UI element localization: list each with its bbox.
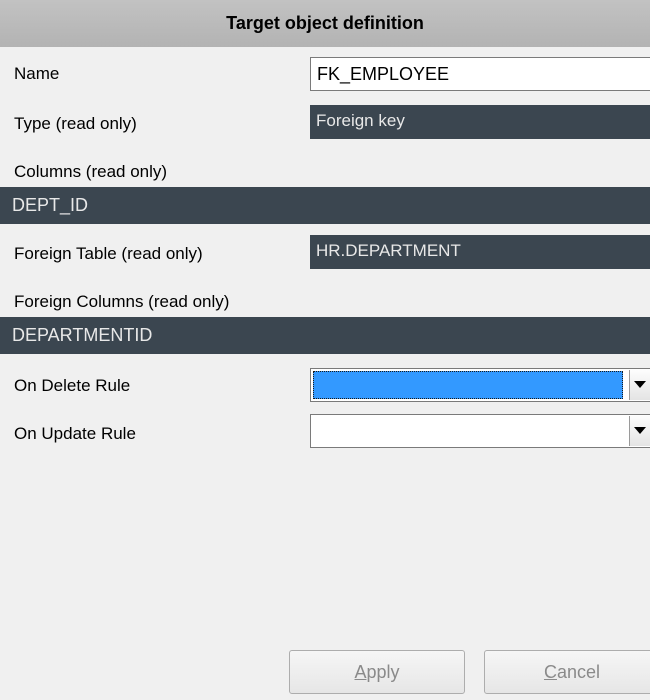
cancel-mnemonic: C bbox=[543, 662, 557, 682]
foreign-table-label: Foreign Table (read only) bbox=[14, 244, 203, 263]
on-delete-rule-select[interactable] bbox=[310, 368, 650, 402]
cancel-label: ancel bbox=[556, 662, 601, 682]
chevron-down-icon bbox=[634, 381, 646, 388]
foreign-columns-field: DEPARTMENTID bbox=[0, 317, 650, 354]
on-delete-rule-value bbox=[313, 371, 623, 399]
name-input[interactable]: FK_EMPLOYEE bbox=[310, 57, 650, 91]
foreign-columns-label: Foreign Columns (read only) bbox=[14, 292, 230, 311]
cancel-button[interactable]: Cancel bbox=[484, 650, 650, 694]
type-label: Type (read only) bbox=[14, 114, 137, 133]
columns-label: Columns (read only) bbox=[14, 162, 168, 181]
on-delete-rule-label: On Delete Rule bbox=[14, 376, 131, 395]
apply-button[interactable]: Apply bbox=[289, 650, 465, 694]
apply-label: pply bbox=[366, 662, 400, 682]
on-update-rule-label: On Update Rule bbox=[14, 424, 136, 443]
target-object-definition-panel: Target object definition Name FK_EMPLOYE… bbox=[0, 0, 650, 700]
on-delete-rule-dropdown-button[interactable] bbox=[629, 370, 650, 400]
chevron-down-icon bbox=[634, 427, 646, 434]
columns-field: DEPT_ID bbox=[0, 187, 650, 224]
name-label: Name bbox=[14, 64, 60, 83]
apply-mnemonic: A bbox=[354, 662, 367, 682]
on-update-rule-value bbox=[313, 417, 623, 445]
on-update-rule-select[interactable] bbox=[310, 414, 650, 448]
on-update-rule-dropdown-button[interactable] bbox=[629, 416, 650, 446]
foreign-table-field: HR.DEPARTMENT bbox=[310, 235, 650, 269]
panel-title: Target object definition bbox=[0, 0, 650, 47]
type-field: Foreign key bbox=[310, 105, 650, 139]
